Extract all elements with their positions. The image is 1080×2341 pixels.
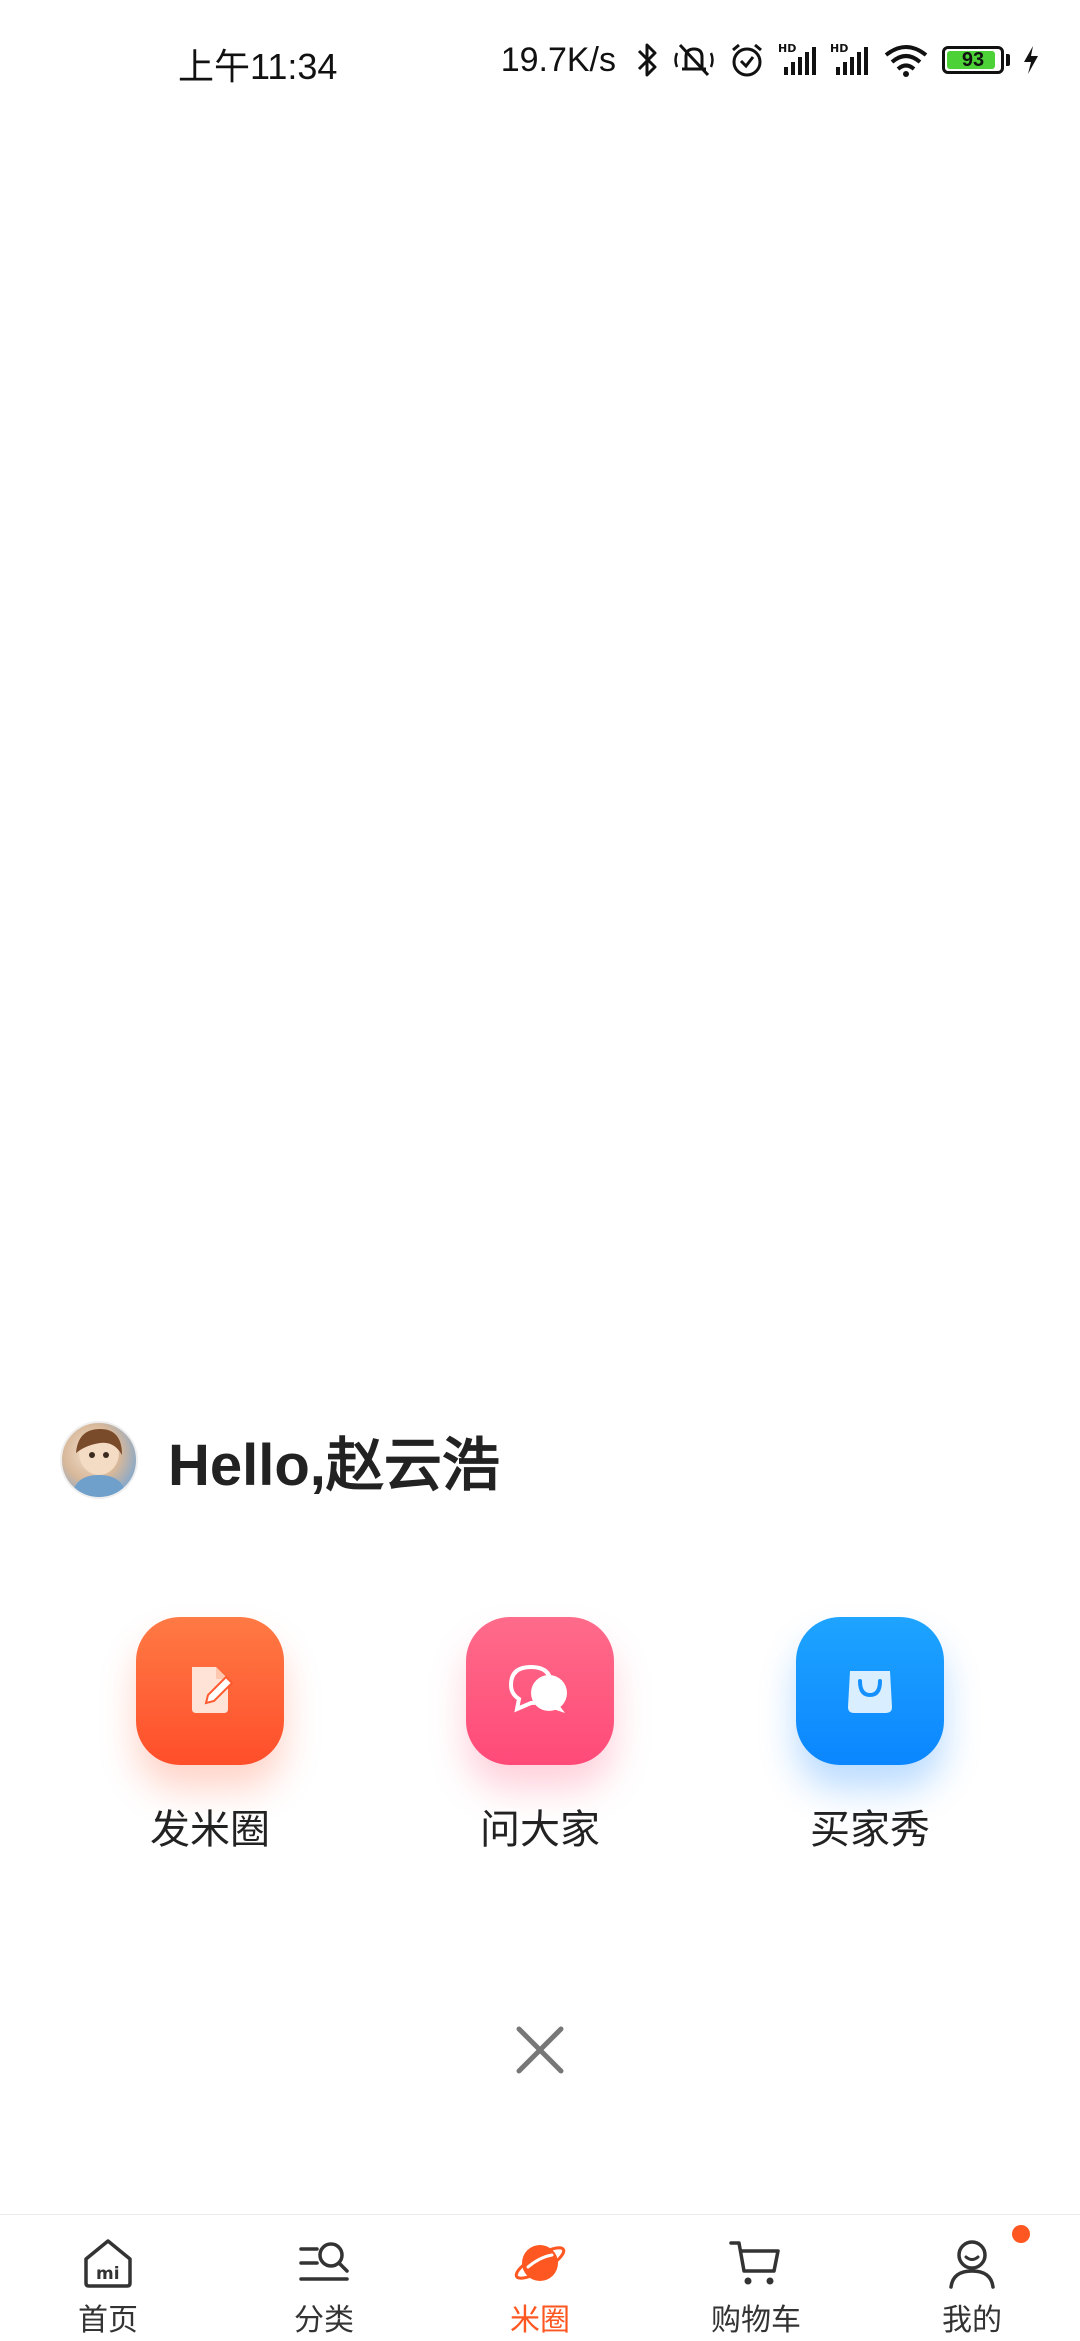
mute-vibrate-icon	[672, 41, 716, 79]
bottom-nav: mi 首页 分类 米圈 购物车 我的	[0, 2214, 1080, 2341]
nav-label-cart: 购物车	[711, 2304, 801, 2337]
battery-level: 93	[961, 48, 985, 71]
status-bar: 上午11:34 19.7K/s HD HD 93	[0, 0, 1080, 120]
buyer-show-button[interactable]	[796, 1617, 944, 1765]
close-button[interactable]	[510, 2022, 570, 2082]
close-icon	[515, 2025, 565, 2080]
nav-label-category: 分类	[294, 2304, 354, 2337]
nav-label-home: 首页	[78, 2304, 138, 2337]
shopping-bag-icon	[840, 1659, 900, 1724]
post-moment-action[interactable]: 发米圈	[100, 1617, 320, 1855]
chat-bubbles-icon	[505, 1659, 575, 1724]
notification-badge	[1012, 2225, 1030, 2243]
post-moment-label: 发米圈	[150, 1808, 270, 1852]
svg-text:HD: HD	[778, 42, 796, 55]
post-moment-button[interactable]	[136, 1617, 284, 1765]
wifi-icon	[882, 41, 930, 79]
hd-signal-icon: HD	[830, 41, 870, 79]
nav-item-home[interactable]: mi 首页	[28, 2215, 188, 2341]
ask-everyone-label: 问大家	[480, 1808, 600, 1852]
hd-signal-icon: HD	[778, 41, 818, 79]
buyer-show-label: 买家秀	[810, 1808, 930, 1852]
nav-item-profile[interactable]: 我的	[892, 2215, 1052, 2341]
planet-icon	[512, 2235, 568, 2291]
status-time: 上午11:34	[178, 46, 338, 87]
battery-icon: 93	[942, 46, 1010, 74]
nav-item-mi-circle[interactable]: 米圈	[460, 2215, 620, 2341]
status-icons: 19.7K/s HD HD 93	[501, 36, 1040, 84]
bluetooth-icon	[634, 41, 660, 79]
alarm-icon	[728, 41, 766, 79]
buyer-show-action[interactable]: 买家秀	[760, 1617, 980, 1855]
home-mi-icon: mi	[80, 2235, 136, 2291]
svg-text:HD: HD	[830, 42, 848, 55]
charging-icon	[1022, 45, 1040, 75]
nav-label-profile: 我的	[942, 2304, 1002, 2337]
nav-label-mi-circle: 米圈	[510, 2304, 570, 2337]
cart-icon	[728, 2235, 784, 2291]
svg-text:mi: mi	[96, 2264, 120, 2284]
nav-item-category[interactable]: 分类	[244, 2215, 404, 2341]
ask-everyone-action[interactable]: 问大家	[430, 1617, 650, 1855]
category-search-icon	[296, 2235, 352, 2291]
avatar[interactable]	[60, 1421, 138, 1499]
ask-everyone-button[interactable]	[466, 1617, 614, 1765]
greeting-text: Hello,赵云浩	[168, 1433, 500, 1498]
profile-icon	[944, 2225, 1030, 2291]
greeting: Hello,赵云浩	[60, 1418, 500, 1502]
nav-item-cart[interactable]: 购物车	[676, 2215, 836, 2341]
note-edit-icon	[180, 1659, 240, 1724]
network-speed: 19.7K/s	[500, 40, 616, 79]
